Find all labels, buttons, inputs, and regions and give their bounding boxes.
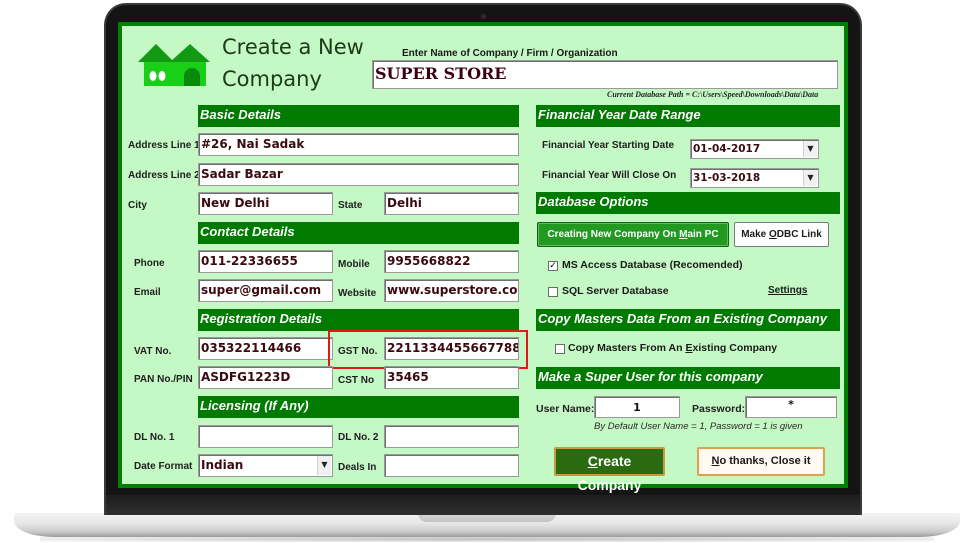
- cst-label: CST No: [338, 375, 375, 386]
- create-company-window: Create a New Company Enter Name of Compa…: [118, 22, 848, 493]
- copy-masters-checkbox[interactable]: [555, 344, 565, 354]
- company-name-input[interactable]: SUPER STORE: [372, 60, 838, 89]
- city-input[interactable]: New Delhi: [198, 192, 333, 215]
- camera-icon: [481, 14, 486, 19]
- state-input[interactable]: Delhi: [384, 192, 519, 215]
- fy-start-label: Financial Year Starting Date: [542, 140, 675, 151]
- fy-close-value: 31-03-2018: [693, 172, 761, 184]
- main-pc-button[interactable]: Creating New Company On Main PC: [537, 222, 729, 247]
- window-title-line2: Company: [222, 67, 322, 91]
- address2-input[interactable]: Sadar Bazar: [198, 163, 519, 186]
- dropdown-arrow-icon[interactable]: ▼: [317, 456, 331, 475]
- username-label: User Name:: [536, 403, 595, 415]
- fy-close-select[interactable]: 31-03-2018 ▼: [690, 168, 819, 188]
- close-button[interactable]: No thanks, Close it: [697, 447, 825, 476]
- password-label: Password:: [692, 403, 746, 415]
- copy-masters-label: Copy Masters From An Existing Company: [568, 342, 778, 354]
- dropdown-arrow-icon[interactable]: ▼: [803, 170, 817, 186]
- licensing-heading: Licensing (If Any): [198, 396, 519, 418]
- ms-access-label: MS Access Database (Recomended): [562, 259, 743, 271]
- checkmark-icon: ✓: [549, 261, 557, 271]
- copy-masters-heading: Copy Masters Data From an Existing Compa…: [536, 309, 840, 331]
- pan-input[interactable]: ASDFG1223D: [198, 366, 333, 389]
- fy-close-label: Financial Year Will Close On: [542, 170, 677, 181]
- dl1-label: DL No. 1: [134, 432, 175, 443]
- gst-input[interactable]: 2211334455667788: [384, 337, 519, 360]
- houses-icon: [138, 44, 210, 86]
- sql-server-checkbox[interactable]: [548, 287, 558, 297]
- date-format-label: Date Format: [134, 461, 193, 472]
- dropdown-arrow-icon[interactable]: ▼: [803, 141, 817, 157]
- pan-label: PAN No./PIN: [134, 374, 193, 385]
- fy-start-value: 01-04-2017: [693, 143, 761, 155]
- fy-start-select[interactable]: 01-04-2017 ▼: [690, 139, 819, 159]
- odbc-link-button[interactable]: Make ODBC Link: [734, 222, 829, 247]
- deals-in-label: Deals In: [338, 462, 377, 473]
- phone-label: Phone: [134, 258, 165, 269]
- create-company-button[interactable]: Create Company: [554, 447, 665, 493]
- database-path-text: Current Database Path = C:\Users\Speed\D…: [607, 90, 819, 99]
- phone-input[interactable]: 011-22336655: [198, 250, 333, 273]
- address1-label: Address Line 1: [128, 140, 200, 151]
- gst-label: GST No.: [338, 346, 378, 357]
- address2-label: Address Line 2: [128, 170, 200, 181]
- company-name-label: Enter Name of Company / Firm / Organizat…: [402, 48, 618, 59]
- window-title-line1: Create a New: [222, 35, 364, 59]
- password-input[interactable]: *: [745, 396, 837, 418]
- username-input[interactable]: 1: [594, 396, 680, 418]
- dl1-input[interactable]: [198, 425, 333, 448]
- dl2-input[interactable]: [384, 425, 519, 448]
- ms-access-checkbox[interactable]: ✓: [548, 261, 558, 271]
- laptop-bezel-bottom: [106, 495, 860, 515]
- sql-server-label: SQL Server Database: [562, 285, 669, 297]
- vat-label: VAT No.: [134, 346, 172, 357]
- address1-input[interactable]: #26, Nai Sadak: [198, 133, 519, 156]
- email-input[interactable]: super@gmail.com: [198, 279, 333, 302]
- city-label: City: [128, 200, 147, 211]
- database-options-heading: Database Options: [536, 192, 840, 214]
- vat-input[interactable]: 035322114466: [198, 337, 333, 360]
- super-user-heading: Make a Super User for this company: [536, 367, 840, 389]
- dl2-label: DL No. 2: [338, 432, 379, 443]
- state-label: State: [338, 200, 363, 211]
- date-format-value: Indian: [201, 458, 244, 472]
- financial-year-heading: Financial Year Date Range: [536, 105, 840, 127]
- settings-link[interactable]: Settings: [768, 285, 807, 296]
- mobile-input[interactable]: 9955668822: [384, 250, 519, 273]
- form-panel: Create a New Company Enter Name of Compa…: [122, 26, 844, 493]
- contact-details-heading: Contact Details: [198, 222, 519, 244]
- date-format-select[interactable]: Indian ▼: [198, 454, 333, 477]
- registration-details-heading: Registration Details: [198, 309, 519, 331]
- default-credentials-note: By Default User Name = 1, Password = 1 i…: [594, 421, 803, 432]
- basic-details-heading: Basic Details: [198, 105, 519, 127]
- cst-input[interactable]: 35465: [384, 366, 519, 389]
- website-input[interactable]: www.superstore.com: [384, 279, 519, 302]
- laptop-mockup: Create a New Company Enter Name of Compa…: [0, 0, 974, 543]
- deals-in-input[interactable]: [384, 454, 519, 477]
- mobile-label: Mobile: [338, 259, 370, 270]
- email-label: Email: [134, 287, 161, 298]
- website-label: Website: [338, 288, 377, 299]
